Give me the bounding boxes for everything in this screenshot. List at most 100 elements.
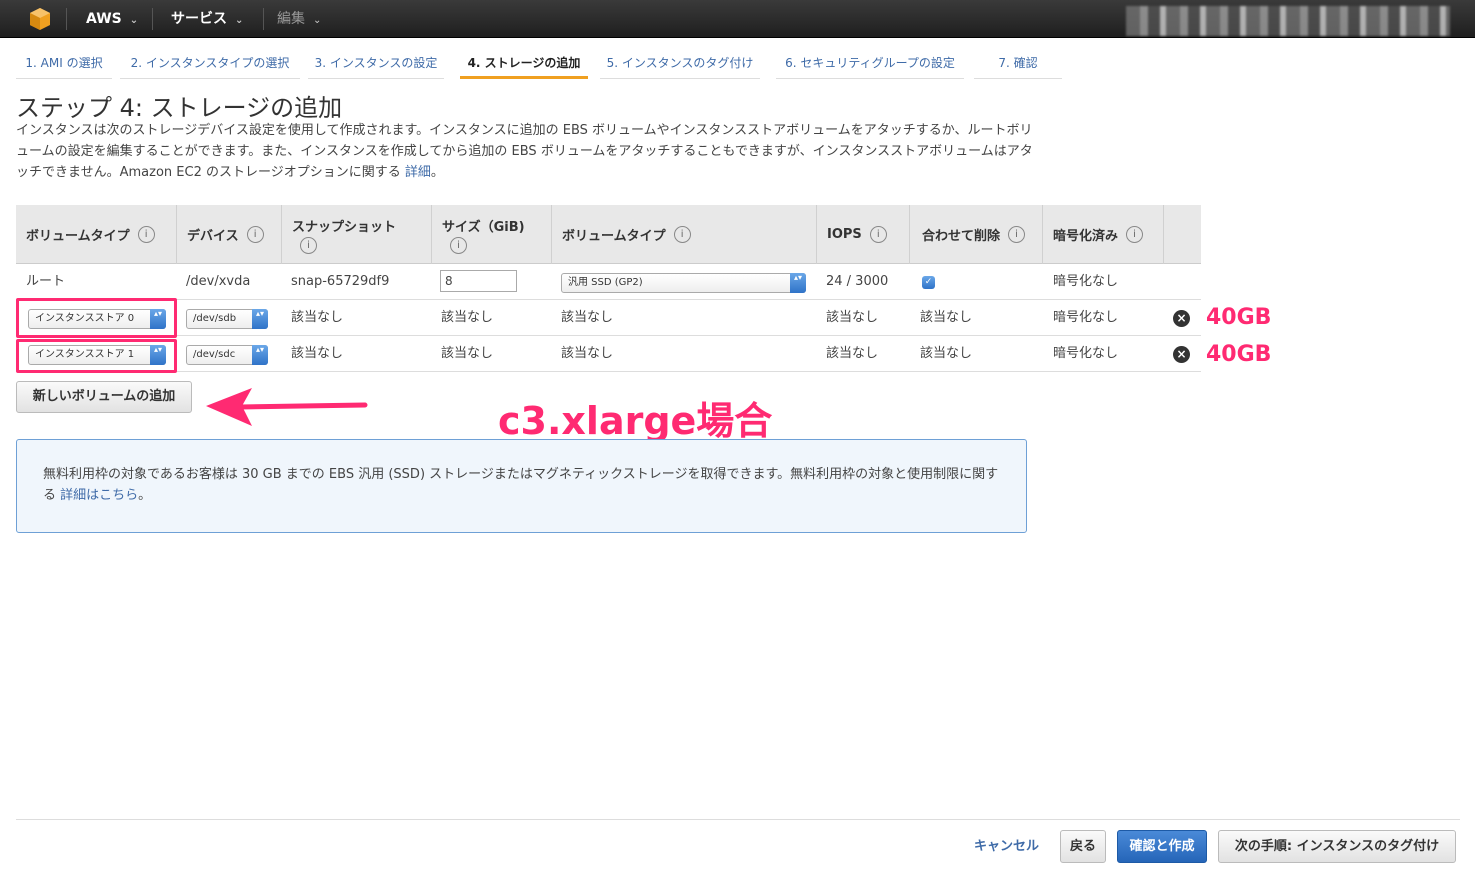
cell-encrypted: 暗号化なし	[1053, 274, 1119, 289]
edit-menu[interactable]: 編集 ⌄	[277, 0, 321, 38]
info-icon[interactable]: i	[1008, 226, 1026, 243]
footer-divider	[16, 819, 1460, 820]
page-description: インスタンスは次のストレージデバイス設定を使用して作成されます。インスタンスに追…	[16, 120, 1036, 183]
annotation-40gb-1: 40GB	[1206, 342, 1272, 367]
header-label: ボリュームタイプ	[26, 229, 130, 244]
tab-review[interactable]: 7. 確認	[974, 48, 1062, 79]
select-arrows-icon: ▴▾	[252, 345, 268, 365]
info-box-text: 無料利用枠の対象であるお客様は 30 GB までの EBS 汎用 (SSD) ス…	[43, 467, 999, 503]
header-label: デバイス	[187, 229, 239, 244]
tab-add-storage[interactable]: 4. ストレージの追加	[460, 48, 588, 79]
device-select[interactable]: /dev/sdb ▴▾	[186, 309, 268, 329]
chevron-down-icon: ⌄	[129, 15, 139, 26]
device-select[interactable]: /dev/sdc ▴▾	[186, 345, 268, 365]
cell-device: /dev/xvda	[186, 274, 251, 289]
header-label: スナップショット	[292, 219, 397, 235]
cell-ebs-volume-type: 該当なし	[561, 346, 614, 361]
header-device: デバイス i	[176, 205, 264, 264]
annotation-arrow-icon	[206, 388, 368, 426]
nav-divider	[263, 8, 264, 30]
select-arrows-icon: ▴▾	[790, 273, 806, 293]
nav-divider	[152, 8, 153, 30]
cell-iops: 該当なし	[826, 310, 879, 325]
info-icon[interactable]: i	[1126, 226, 1144, 243]
header-delete-on-termination: 合わせて削除 i	[909, 205, 1026, 264]
header-label: サイズ（GiB)	[442, 219, 525, 235]
description-period: 。	[430, 165, 444, 180]
cell-encrypted: 暗号化なし	[1053, 310, 1119, 325]
tab-choose-instance-type[interactable]: 2. インスタンスタイプの選択	[120, 48, 300, 79]
info-icon[interactable]: i	[300, 236, 317, 254]
table-row-instance-store-1: インスタンスストア 1 ▴▾ /dev/sdc ▴▾ 該当なし 該当なし 該当な…	[16, 336, 1201, 372]
review-and-launch-button[interactable]: 確認と作成	[1117, 830, 1207, 863]
select-value: /dev/sdb	[193, 313, 237, 324]
tab-configure-instance[interactable]: 3. インスタンスの設定	[308, 48, 444, 79]
aws-cube-logo-icon[interactable]	[28, 7, 52, 31]
header-label: 合わせて削除	[922, 229, 1001, 244]
header-label: 暗号化済み	[1053, 229, 1119, 244]
top-navigation-bar: AWS ⌄ サービス ⌄ 編集 ⌄	[0, 0, 1475, 38]
header-actions	[1163, 205, 1201, 264]
header-iops: IOPS i	[816, 205, 887, 264]
select-value: 汎用 SSD (GP2)	[568, 277, 643, 288]
table-header: ボリュームタイプ i デバイス i スナップショット i サイズ（GiB) i ボリュー…	[16, 205, 1201, 264]
header-snapshot: スナップショット i	[281, 205, 431, 264]
cell-ebs-volume-type: 該当なし	[561, 310, 614, 325]
cancel-link[interactable]: キャンセル	[974, 830, 1039, 863]
tab-choose-ami[interactable]: 1. AMI の選択	[16, 48, 112, 79]
annotation-40gb-0: 40GB	[1206, 305, 1272, 330]
edit-menu-label: 編集	[277, 11, 305, 27]
back-button[interactable]: 戻る	[1060, 830, 1106, 863]
info-icon[interactable]: i	[673, 226, 691, 243]
cell-iops: 24 / 3000	[826, 274, 889, 289]
remove-volume-icon[interactable]: ×	[1173, 310, 1190, 327]
remove-volume-icon[interactable]: ×	[1173, 346, 1190, 363]
cell-encrypted: 暗号化なし	[1053, 346, 1119, 361]
table-row-instance-store-0: インスタンスストア 0 ▴▾ /dev/sdb ▴▾ 該当なし 該当なし 該当な…	[16, 300, 1201, 336]
cell-snapshot: 該当なし	[291, 310, 344, 325]
cell-iops: 該当なし	[826, 346, 879, 361]
info-box-period: 。	[138, 488, 152, 503]
free-tier-info-box: 無料利用枠の対象であるお客様は 30 GB までの EBS 汎用 (SSD) ス…	[16, 439, 1027, 533]
annotation-c3-xlarge: c3.xlarge場合	[498, 399, 773, 443]
cell-delete-on-termination: 該当なし	[920, 346, 973, 361]
header-label: IOPS	[827, 227, 862, 242]
info-icon[interactable]: i	[137, 226, 155, 243]
header-label: ボリュームタイプ	[562, 229, 666, 244]
aws-menu[interactable]: AWS ⌄	[86, 0, 138, 38]
cell-snapshot: snap-65729df9	[291, 274, 390, 289]
chevron-down-icon: ⌄	[235, 15, 244, 26]
add-new-volume-button[interactable]: 新しいボリュームの追加	[16, 381, 192, 413]
header-encrypted: 暗号化済み i	[1042, 205, 1144, 264]
cell-size: 該当なし	[441, 310, 494, 325]
description-text: インスタンスは次のストレージデバイス設定を使用して作成されます。インスタンスに追…	[16, 123, 1033, 180]
select-value: /dev/sdc	[193, 349, 236, 360]
delete-on-termination-checkbox[interactable]: ✓	[922, 276, 935, 289]
learn-more-link[interactable]: 詳細はこちら	[60, 488, 138, 503]
details-link[interactable]: 詳細	[405, 165, 431, 180]
header-volume-type: ボリュームタイプ i	[26, 205, 155, 264]
page-title: ステップ 4: ストレージの追加	[16, 94, 343, 122]
cell-size: 該当なし	[441, 346, 494, 361]
info-icon[interactable]: i	[869, 226, 887, 243]
cell-snapshot: 該当なし	[291, 346, 344, 361]
ebs-volume-type-select[interactable]: 汎用 SSD (GP2) ▴▾	[561, 273, 806, 293]
cell-volume-type: ルート	[26, 274, 66, 289]
header-size: サイズ（GiB) i	[431, 205, 551, 264]
table-row-root: ルート /dev/xvda snap-65729df9 8 汎用 SSD (GP…	[16, 264, 1201, 300]
services-menu[interactable]: サービス ⌄	[171, 0, 243, 38]
tab-security-group[interactable]: 6. セキュリティグループの設定	[776, 48, 964, 79]
chevron-down-icon: ⌄	[313, 15, 322, 26]
tab-tag-instance[interactable]: 5. インスタンスのタグ付け	[600, 48, 760, 79]
aws-menu-label: AWS	[86, 11, 122, 27]
info-icon[interactable]: i	[450, 236, 467, 254]
highlight-box-instance-store-1	[16, 339, 177, 373]
cell-delete-on-termination: 該当なし	[920, 310, 973, 325]
account-info-redacted[interactable]	[1126, 6, 1450, 36]
storage-table: ボリュームタイプ i デバイス i スナップショット i サイズ（GiB) i ボリュー…	[16, 205, 1201, 372]
highlight-box-instance-store-0	[16, 298, 177, 338]
size-input[interactable]: 8	[440, 270, 517, 292]
header-ebs-volume-type: ボリュームタイプ i	[551, 205, 691, 264]
next-tag-instance-button[interactable]: 次の手順: インスタンスのタグ付け	[1218, 830, 1456, 863]
info-icon[interactable]: i	[246, 226, 264, 243]
